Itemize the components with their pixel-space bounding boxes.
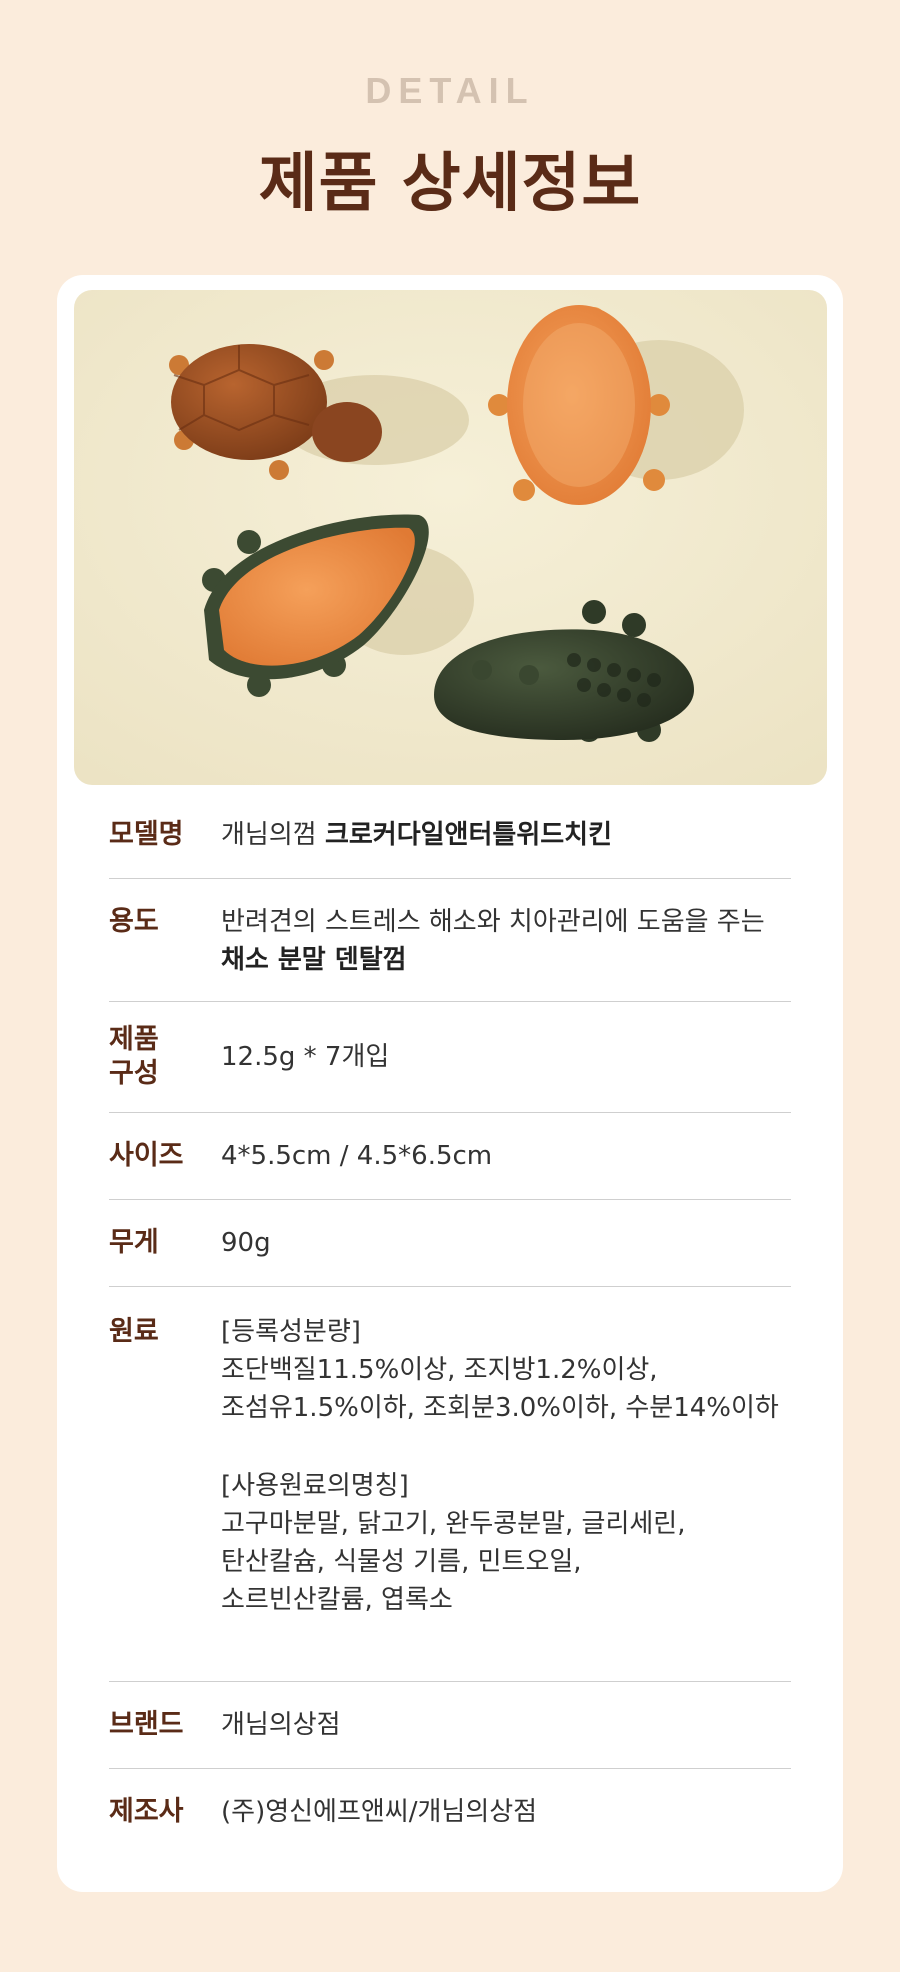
spec-value: [등록성분량] 조단백질11.5%이상, 조지방1.2%이상, 조섬유1.5%이… bbox=[221, 1313, 779, 1619]
spec-row-use: 용도 반려견의 스트레스 해소와 치아관리에 도움을 주는 채소 분말 덴탈껌 bbox=[109, 879, 791, 1002]
spec-label: 브랜드 bbox=[109, 1709, 184, 1740]
model-brand-text: 개님의껌 bbox=[221, 820, 317, 850]
spec-row-weight: 무게 90g bbox=[109, 1200, 791, 1287]
ingredient-line: 소르빈산칼륨, 엽록소 bbox=[221, 1585, 453, 1615]
spec-row-composition: 제품 구성 12.5g * 7개입 bbox=[109, 1002, 791, 1113]
spec-label: 모델명 bbox=[109, 819, 184, 850]
eyebrow-label: DETAIL bbox=[365, 70, 535, 111]
model-name-text: 크로커다일앤터틀위드치킨 bbox=[324, 820, 612, 850]
spec-row-size: 사이즈 4*5.5cm / 4.5*6.5cm bbox=[109, 1113, 791, 1200]
spec-label: 제품 구성 bbox=[109, 1023, 221, 1091]
spec-value: 90g bbox=[221, 1228, 271, 1258]
spec-label: 무게 bbox=[109, 1227, 159, 1258]
ingredient-line: 조섬유1.5%이하, 조회분3.0%이하, 수분14%이하 bbox=[221, 1393, 779, 1423]
ingredient-line: [사용원료의명칭] bbox=[221, 1471, 409, 1501]
spec-value: 개님의상점 bbox=[221, 1710, 341, 1740]
ingredient-line: [등록성분량] bbox=[221, 1317, 361, 1347]
spec-row-ingredients: 원료 [등록성분량] 조단백질11.5%이상, 조지방1.2%이상, 조섬유1.… bbox=[109, 1287, 791, 1682]
page-title: 제품 상세정보 bbox=[258, 147, 642, 221]
use-line-2: 채소 분말 덴탈껌 bbox=[221, 945, 407, 975]
spec-label: 제조사 bbox=[109, 1796, 184, 1827]
spec-label: 사이즈 bbox=[109, 1140, 184, 1171]
use-line-1: 반려견의 스트레스 해소와 치아관리에 도움을 주는 bbox=[221, 907, 765, 937]
spec-label-line: 구성 bbox=[109, 1058, 159, 1089]
spec-row-brand: 브랜드 개님의상점 bbox=[109, 1682, 791, 1769]
spec-label: 원료 bbox=[109, 1316, 159, 1347]
spec-value: 개님의껌 크로커다일앤터틀위드치킨 bbox=[221, 816, 612, 854]
spec-label: 용도 bbox=[109, 906, 159, 937]
spec-row-maker: 제조사 (주)영신에프앤씨/개님의상점 bbox=[109, 1769, 791, 1855]
spec-value: 반려견의 스트레스 해소와 치아관리에 도움을 주는 채소 분말 덴탈껌 bbox=[221, 903, 765, 979]
spec-value: (주)영신에프앤씨/개님의상점 bbox=[221, 1797, 538, 1827]
spec-row-model: 모델명 개님의껌 크로커다일앤터틀위드치킨 bbox=[109, 792, 791, 879]
ingredient-line: 조단백질11.5%이상, 조지방1.2%이상, bbox=[221, 1355, 658, 1385]
spec-value: 4*5.5cm / 4.5*6.5cm bbox=[221, 1141, 493, 1171]
product-photo bbox=[74, 290, 827, 785]
detail-card: 모델명 개님의껌 크로커다일앤터틀위드치킨 용도 반려견의 스트레스 해소와 치… bbox=[57, 275, 843, 1892]
spec-table: 모델명 개님의껌 크로커다일앤터틀위드치킨 용도 반려견의 스트레스 해소와 치… bbox=[109, 792, 791, 1855]
ingredient-line: 고구마분말, 닭고기, 완두콩분말, 글리세린, bbox=[221, 1509, 686, 1539]
spec-value: 12.5g * 7개입 bbox=[221, 1042, 390, 1072]
ingredient-line: 탄산칼슘, 식물성 기름, 민트오일, bbox=[221, 1547, 582, 1577]
spec-label-line: 제품 bbox=[109, 1024, 159, 1055]
